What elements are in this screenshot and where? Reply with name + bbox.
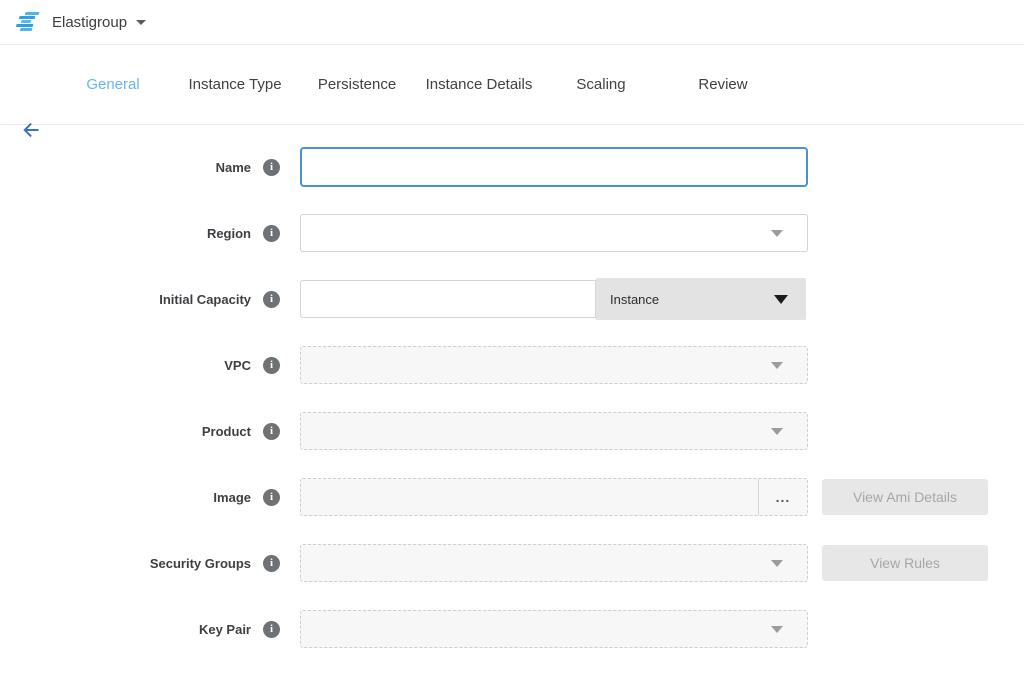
image-info-icon[interactable]: i	[263, 489, 280, 506]
capacity-unit-select[interactable]: Instance	[596, 278, 806, 320]
vpc-caret-icon	[771, 362, 783, 369]
name-info-icon[interactable]: i	[263, 159, 280, 176]
field-row-initial-capacity: Initial Capacity i Instance	[0, 279, 1024, 319]
field-row-region: Region i	[0, 213, 1024, 253]
image-label: Image	[213, 490, 251, 505]
initial-capacity-label: Initial Capacity	[159, 292, 251, 307]
initial-capacity-input[interactable]	[300, 280, 596, 318]
security-groups-label: Security Groups	[150, 556, 251, 571]
view-ami-details-button[interactable]: View Ami Details	[822, 479, 988, 515]
brand-switcher-label[interactable]: Elastigroup	[52, 14, 127, 31]
field-row-vpc: VPC i	[0, 345, 1024, 385]
tab-scaling[interactable]: Scaling	[540, 76, 662, 93]
image-picker[interactable]: ...	[300, 478, 808, 516]
vpc-label: VPC	[224, 358, 251, 373]
key-pair-select[interactable]	[300, 610, 808, 648]
tab-instance-details[interactable]: Instance Details	[418, 76, 540, 93]
product-caret-icon	[771, 428, 783, 435]
brand-switcher-caret-icon[interactable]	[136, 20, 146, 25]
capacity-unit-caret-icon	[774, 295, 788, 304]
security-groups-select[interactable]	[300, 544, 808, 582]
name-label: Name	[216, 160, 251, 175]
product-select[interactable]	[300, 412, 808, 450]
key-pair-caret-icon	[771, 626, 783, 633]
region-info-icon[interactable]: i	[263, 225, 280, 242]
field-row-product: Product i	[0, 411, 1024, 451]
region-select[interactable]	[300, 214, 808, 252]
tab-persistence[interactable]: Persistence	[296, 76, 418, 93]
tab-general[interactable]: General	[52, 76, 174, 93]
security-groups-caret-icon	[771, 560, 783, 567]
capacity-unit-value: Instance	[610, 292, 659, 307]
field-row-key-pair: Key Pair i	[0, 609, 1024, 649]
key-pair-label: Key Pair	[199, 622, 251, 637]
vpc-info-icon[interactable]: i	[263, 357, 280, 374]
region-label: Region	[207, 226, 251, 241]
view-rules-button[interactable]: View Rules	[822, 545, 988, 581]
security-groups-info-icon[interactable]: i	[263, 555, 280, 572]
wizard-tab-bar: General Instance Type Persistence Instan…	[0, 45, 1024, 125]
product-label: Product	[202, 424, 251, 439]
name-input[interactable]	[300, 147, 808, 187]
product-info-icon[interactable]: i	[263, 423, 280, 440]
tab-instance-type[interactable]: Instance Type	[174, 76, 296, 93]
top-bar: Elastigroup	[0, 0, 1024, 45]
wizard-tabs: General Instance Type Persistence Instan…	[52, 76, 784, 93]
field-row-image: Image i ... View Ami Details	[0, 477, 1024, 517]
vpc-select[interactable]	[300, 346, 808, 384]
general-settings-form: Name i Region i Initial Capacity i Insta…	[0, 125, 1024, 649]
tab-review[interactable]: Review	[662, 76, 784, 93]
region-caret-icon	[771, 230, 783, 237]
back-arrow-icon[interactable]	[20, 121, 42, 139]
elastigroup-logo-icon	[14, 12, 43, 32]
field-row-security-groups: Security Groups i View Rules	[0, 543, 1024, 583]
image-browse-button[interactable]: ...	[759, 479, 807, 515]
key-pair-info-icon[interactable]: i	[263, 621, 280, 638]
initial-capacity-info-icon[interactable]: i	[263, 291, 280, 308]
field-row-name: Name i	[0, 147, 1024, 187]
